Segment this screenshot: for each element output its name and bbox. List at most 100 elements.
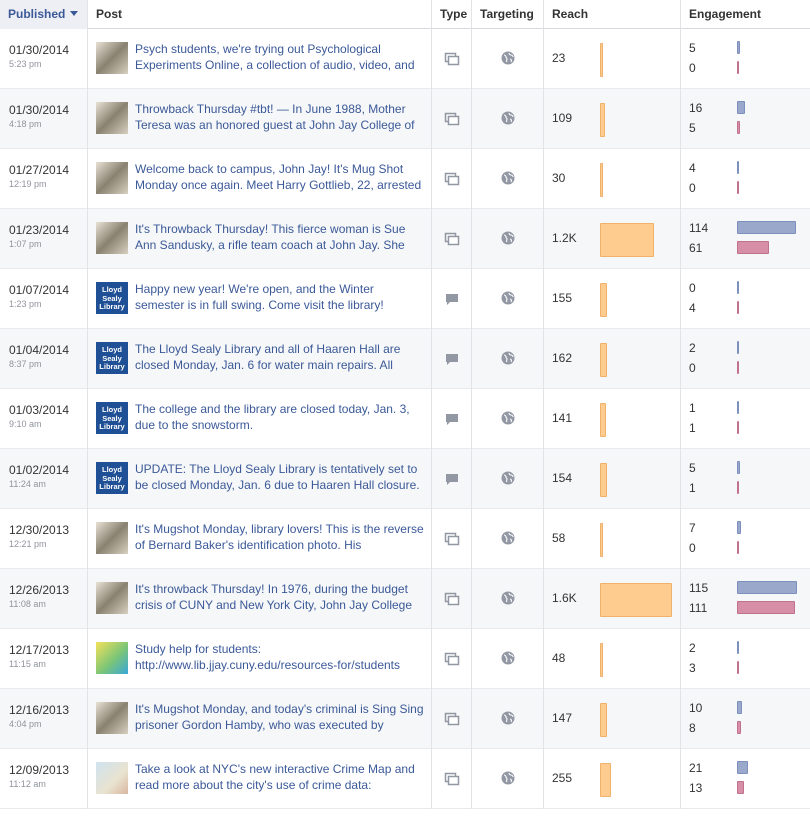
- post-thumbnail[interactable]: [96, 162, 128, 194]
- post-text-link[interactable]: Happy new year! We're open, and the Wint…: [135, 281, 425, 313]
- post-date: 12/26/2013: [9, 583, 70, 597]
- post-cell[interactable]: Psych students, we're trying out Psychol…: [88, 29, 432, 89]
- post-date: 12/30/2013: [9, 523, 70, 537]
- engagement-clicks: 7: [689, 521, 696, 535]
- post-cell[interactable]: Lloyd Sealy Library UPDATE: The Lloyd Sealy…: [88, 449, 432, 509]
- post-cell[interactable]: It's Mugshot Monday, and today's crimina…: [88, 689, 432, 749]
- link-post-icon: [444, 112, 460, 126]
- type-column-header[interactable]: Type: [432, 0, 472, 29]
- public-globe-icon: [501, 531, 515, 545]
- reach-cell: 155: [544, 269, 681, 329]
- post-text-link[interactable]: Welcome back to campus, John Jay! It's M…: [135, 161, 425, 193]
- library-logo-word: Library: [99, 482, 125, 491]
- reach-bar: [600, 763, 611, 797]
- library-logo-thumbnail[interactable]: Lloyd Sealy Library: [96, 282, 128, 314]
- post-cell[interactable]: Lloyd Sealy Library The Lloyd Sealy Library…: [88, 329, 432, 389]
- engagement-column-header[interactable]: Engagement: [681, 0, 810, 29]
- library-logo-thumbnail[interactable]: Lloyd Sealy Library: [96, 402, 128, 434]
- post-cell[interactable]: Throwback Thursday #tbt! — In June 1988,…: [88, 89, 432, 149]
- post-text-link[interactable]: Take a look at NYC's new interactive Cri…: [135, 761, 425, 793]
- engagement-actions: 1: [689, 421, 696, 435]
- table-row[interactable]: 01/04/2014 8:37 pm Lloyd Sealy Library The Ll…: [0, 329, 810, 389]
- engagement-cell: 51: [681, 449, 810, 509]
- engagement-cell: 20: [681, 329, 810, 389]
- published-cell: 01/02/2014 11:24 am: [0, 449, 88, 509]
- table-row[interactable]: 12/09/2013 11:12 am Take a look at NYC's n…: [0, 749, 810, 809]
- post-text-link[interactable]: Psych students, we're trying out Psychol…: [135, 41, 425, 73]
- post-text-link[interactable]: Study help for students: http://www.lib.…: [135, 641, 425, 673]
- reach-cell: 154: [544, 449, 681, 509]
- post-cell[interactable]: Take a look at NYC's new interactive Cri…: [88, 749, 432, 809]
- engagement-cell: 40: [681, 149, 810, 209]
- engagement-actions-bar: [737, 661, 739, 674]
- table-row[interactable]: 12/30/2013 12:21 pm It's Mugshot Monday, l…: [0, 509, 810, 569]
- post-cell[interactable]: It's Throwback Thursday! This fierce wom…: [88, 209, 432, 269]
- public-globe-icon: [501, 351, 515, 365]
- library-logo-word: Library: [99, 302, 125, 311]
- post-thumbnail[interactable]: [96, 222, 128, 254]
- post-text-link[interactable]: It's Mugshot Monday, and today's crimina…: [135, 701, 425, 733]
- sort-caret-icon: [70, 11, 79, 16]
- link-post-icon: [444, 532, 460, 546]
- table-row[interactable]: 12/17/2013 11:15 am Study help for student…: [0, 629, 810, 689]
- library-logo-thumbnail[interactable]: Lloyd Sealy Library: [96, 342, 128, 374]
- post-text-link[interactable]: The Lloyd Sealy Library and all of Haare…: [135, 341, 425, 373]
- post-text-link[interactable]: It's throwback Thursday! In 1976, during…: [135, 581, 425, 613]
- post-text-link[interactable]: It's Throwback Thursday! This fierce wom…: [135, 221, 425, 253]
- reach-cell: 109: [544, 89, 681, 149]
- post-cell[interactable]: Study help for students: http://www.lib.…: [88, 629, 432, 689]
- post-text-link[interactable]: UPDATE: The Lloyd Sealy Library is tenta…: [135, 461, 425, 493]
- reach-value: 58: [552, 531, 566, 545]
- engagement-clicks-bar: [737, 41, 740, 54]
- post-date: 01/07/2014: [9, 283, 70, 297]
- post-cell[interactable]: Lloyd Sealy Library The college and the lib…: [88, 389, 432, 449]
- reach-value: 141: [552, 411, 573, 425]
- post-thumbnail[interactable]: [96, 102, 128, 134]
- engagement-clicks: 115: [689, 581, 709, 595]
- post-cell[interactable]: Welcome back to campus, John Jay! It's M…: [88, 149, 432, 209]
- public-globe-icon: [501, 411, 515, 425]
- reach-bar: [600, 583, 672, 617]
- published-column-header[interactable]: Published: [0, 0, 88, 29]
- post-text-link[interactable]: The college and the library are closed t…: [135, 401, 425, 433]
- table-row[interactable]: 01/03/2014 9:10 am Lloyd Sealy Library The co…: [0, 389, 810, 449]
- published-cell: 01/03/2014 9:10 am: [0, 389, 88, 449]
- post-text-link[interactable]: Throwback Thursday #tbt! — In June 1988,…: [135, 101, 425, 133]
- post-cell[interactable]: Lloyd Sealy Library Happy new year! We're o…: [88, 269, 432, 329]
- engagement-cell: 70: [681, 509, 810, 569]
- table-row[interactable]: 01/07/2014 1:23 pm Lloyd Sealy Library Happy …: [0, 269, 810, 329]
- post-cell[interactable]: It's Mugshot Monday, library lovers! Thi…: [88, 509, 432, 569]
- post-cell[interactable]: It's throwback Thursday! In 1976, during…: [88, 569, 432, 629]
- table-row[interactable]: 01/23/2014 1:07 pm It's Throwback Thursday…: [0, 209, 810, 269]
- post-thumbnail[interactable]: [96, 702, 128, 734]
- targeting-cell: [472, 149, 544, 209]
- status-update-icon: [446, 474, 458, 485]
- engagement-actions: 0: [689, 181, 696, 195]
- reach-bar: [600, 463, 607, 497]
- post-thumbnail[interactable]: [96, 642, 128, 674]
- targeting-cell: [472, 89, 544, 149]
- post-thumbnail[interactable]: [96, 582, 128, 614]
- post-text-link[interactable]: It's Mugshot Monday, library lovers! Thi…: [135, 521, 425, 553]
- post-column-header[interactable]: Post: [88, 0, 432, 29]
- post-thumbnail[interactable]: [96, 42, 128, 74]
- table-row[interactable]: 01/30/2014 4:18 pm Throwback Thursday #tbt…: [0, 89, 810, 149]
- public-globe-icon: [501, 771, 515, 785]
- type-cell: [432, 329, 472, 389]
- targeting-column-header[interactable]: Targeting: [472, 0, 544, 29]
- table-row[interactable]: 12/16/2013 4:04 pm It's Mugshot Monday, an…: [0, 689, 810, 749]
- post-time: 11:24 am: [9, 479, 46, 489]
- type-cell: [432, 509, 472, 569]
- table-row[interactable]: 12/26/2013 11:08 am It's throwback Thursda…: [0, 569, 810, 629]
- reach-value: 23: [552, 51, 566, 65]
- post-thumbnail[interactable]: [96, 522, 128, 554]
- reach-column-header[interactable]: Reach: [544, 0, 681, 29]
- table-row[interactable]: 01/30/2014 5:23 pm Psych students, we're t…: [0, 29, 810, 89]
- link-post-icon: [444, 232, 460, 246]
- table-row[interactable]: 01/02/2014 11:24 am Lloyd Sealy Library UPDAT…: [0, 449, 810, 509]
- reach-bar: [600, 403, 606, 437]
- post-thumbnail[interactable]: [96, 762, 128, 794]
- table-row[interactable]: 01/27/2014 12:19 pm Welcome back to campus…: [0, 149, 810, 209]
- library-logo-thumbnail[interactable]: Lloyd Sealy Library: [96, 462, 128, 494]
- engagement-clicks-bar: [737, 701, 742, 714]
